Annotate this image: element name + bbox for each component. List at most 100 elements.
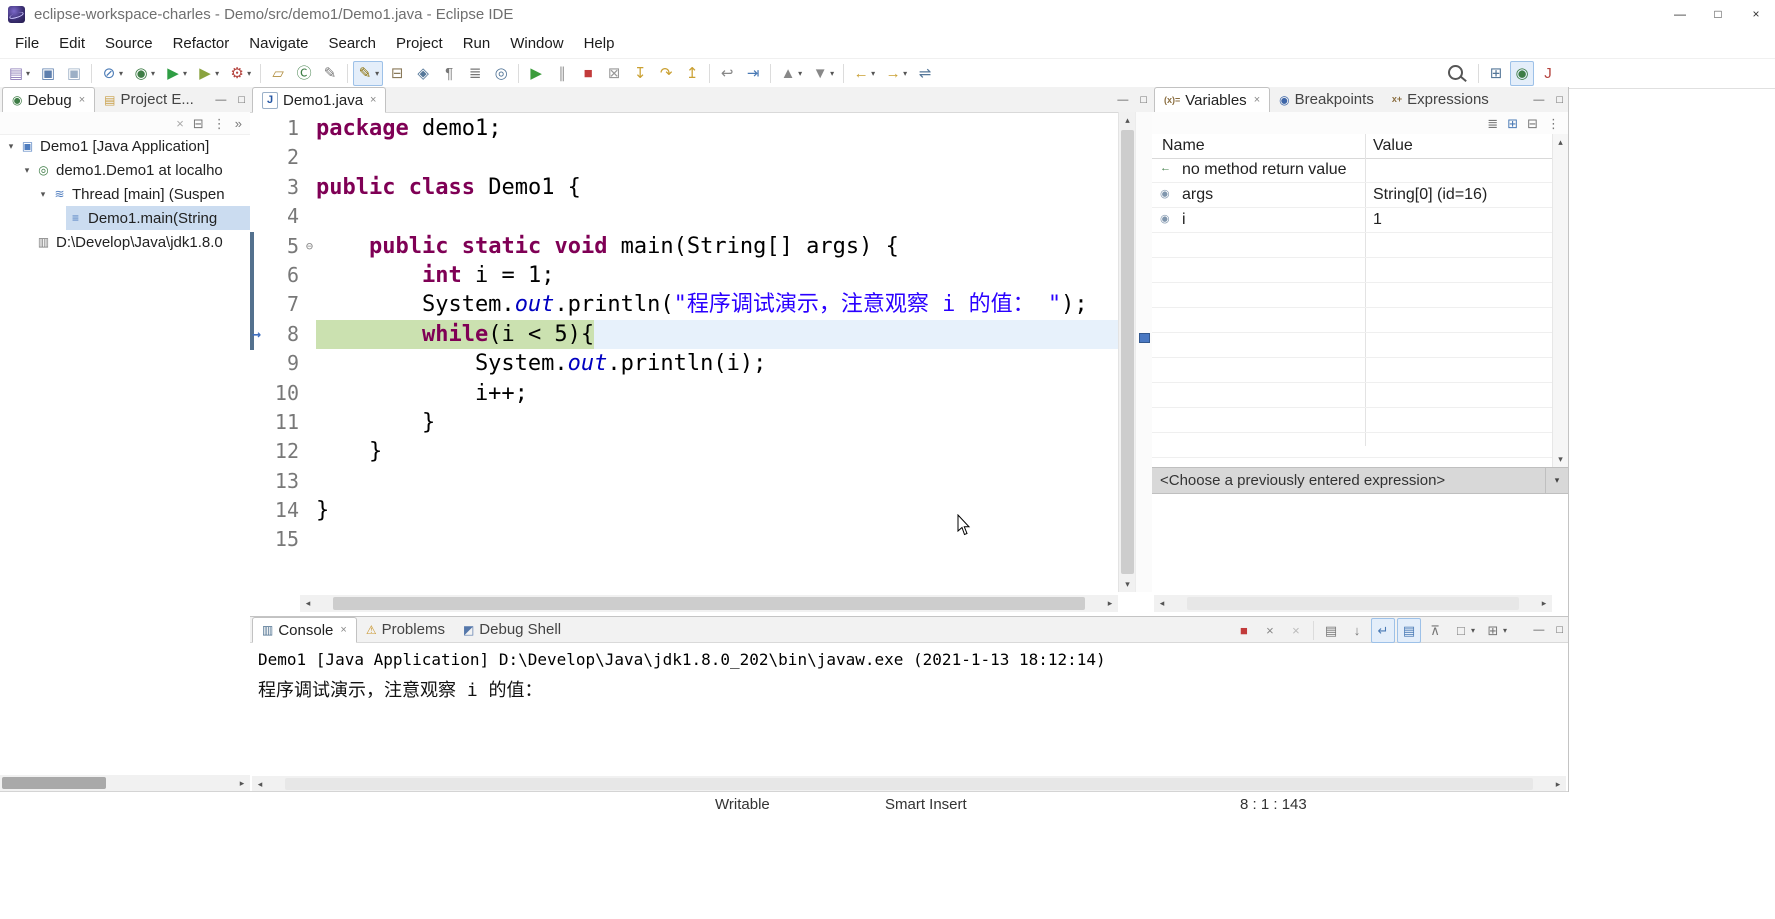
code-line-4[interactable]: 4 (250, 202, 1118, 231)
debug-view-menu-button[interactable]: ⋮ (213, 117, 226, 130)
console-horizontal-scrollbar[interactable]: ◂ ▸ (252, 776, 1566, 792)
line-number[interactable]: 15 (263, 525, 303, 554)
collapse-all-variables-button[interactable]: ⊟ (1527, 117, 1538, 130)
debug-tree-item-1[interactable]: ▾◎demo1.Demo1 at localho (0, 158, 250, 182)
variables-horizontal-scrollbar[interactable]: ◂ ▸ (1154, 595, 1552, 612)
line-number[interactable]: 7 (263, 290, 303, 319)
code-editor[interactable]: 1package demo1;23public class Demo1 {45⊖… (250, 112, 1118, 594)
word-wrap-button[interactable]: ↵ (1371, 618, 1395, 643)
clear-console-button[interactable]: ▤ (1319, 618, 1343, 643)
mark-occurrences-button[interactable]: ✎▾ (353, 61, 383, 86)
line-number[interactable]: 14 (263, 496, 303, 525)
open-element-button[interactable]: ▱ (266, 61, 290, 86)
code-line-10[interactable]: 10 i++; (250, 379, 1118, 408)
code-line-3[interactable]: 3public class Demo1 { (250, 173, 1118, 202)
scrollbar-track[interactable] (0, 775, 234, 791)
line-number[interactable]: 12 (263, 437, 303, 466)
editor-horizontal-scrollbar[interactable]: ◂ ▸ (300, 595, 1118, 612)
menu-source[interactable]: Source (95, 31, 163, 56)
disconnect-button[interactable]: ⊠ (602, 61, 626, 86)
close-tab-icon[interactable]: × (1254, 94, 1260, 106)
maximize-view-button[interactable]: □ (1140, 94, 1147, 106)
variables-table-header[interactable]: Name Value (1152, 134, 1553, 159)
scrollbar-thumb[interactable] (2, 777, 106, 789)
variable-row-i[interactable]: ◉i1 (1152, 208, 1553, 233)
scrollbar-thumb[interactable] (285, 778, 1533, 790)
menu-window[interactable]: Window (500, 31, 573, 56)
line-number[interactable]: 2 (263, 143, 303, 172)
code-line-7[interactable]: 7 System.out.println("程序调试演示，注意观察 i 的值： … (250, 290, 1118, 319)
minimize-view-button[interactable]: — (1117, 94, 1128, 106)
back-dropdown-icon[interactable]: ▾ (871, 69, 875, 78)
open-console-dropdown-icon[interactable]: ▾ (1503, 626, 1507, 635)
forward-dropdown-icon[interactable]: ▾ (903, 69, 907, 78)
show-type-names-button[interactable]: ≣ (1487, 117, 1498, 130)
code-line-1[interactable]: 1package demo1; (250, 114, 1118, 143)
console-tab-console[interactable]: ▥Console× (252, 617, 357, 643)
debug-tree-item-0[interactable]: ▾▣Demo1 [Java Application] (0, 134, 250, 158)
debug-tree-item-4[interactable]: ▥D:\Develop\Java\jdk1.8.0 (0, 230, 250, 254)
remove-terminated-button[interactable]: × (176, 117, 184, 130)
scroll-up-icon[interactable]: ▴ (1553, 134, 1569, 150)
previous-annotation-button[interactable]: ▲▾ (776, 61, 806, 86)
collapse-all-debug-button[interactable]: ⊟ (193, 117, 204, 130)
debug-dropdown-icon[interactable]: ▾ (151, 69, 155, 78)
previous-annotation-dropdown-icon[interactable]: ▾ (798, 69, 802, 78)
close-tab-icon[interactable]: × (340, 624, 346, 636)
open-search-button[interactable]: ◎ (489, 61, 513, 86)
scroll-left-icon[interactable]: ◂ (300, 596, 316, 612)
annotation-ruler[interactable] (250, 173, 263, 202)
debug-tree-item-2[interactable]: ▾≋Thread [main] (Suspen (0, 182, 250, 206)
editor-tab-demo1-java[interactable]: JDemo1.java× (252, 87, 386, 113)
instruction-pointer-icon[interactable]: → (250, 320, 263, 349)
save-button[interactable]: ▣ (36, 61, 60, 86)
vars-tab-breakpoints[interactable]: ◉Breakpoints (1270, 87, 1383, 112)
menu-refactor[interactable]: Refactor (163, 31, 240, 56)
line-number[interactable]: 10 (263, 379, 303, 408)
minimize-window-button[interactable]: — (1661, 0, 1699, 28)
minimize-view-button[interactable]: — (215, 94, 226, 106)
new-package-button[interactable]: ⊟ (385, 61, 409, 86)
debug-button[interactable]: ◉▾ (129, 61, 159, 86)
expression-dropdown-icon[interactable]: ▾ (1545, 468, 1568, 493)
line-number[interactable]: 6 (263, 261, 303, 290)
line-number[interactable]: 3 (263, 173, 303, 202)
scroll-right-icon[interactable]: ▸ (1536, 596, 1552, 612)
code-line-9[interactable]: 9 System.out.println(i); (250, 349, 1118, 378)
scroll-left-icon[interactable]: ◂ (1154, 596, 1170, 612)
console-tab-debug-shell[interactable]: ◩Debug Shell (454, 617, 570, 642)
annotation-ruler[interactable] (250, 437, 263, 466)
annotation-ruler[interactable] (250, 202, 263, 231)
step-into-button[interactable]: ↧ (628, 61, 652, 86)
save-all-button[interactable]: ▣ (62, 61, 86, 86)
annotation-ruler[interactable] (250, 290, 263, 319)
scroll-right-icon[interactable]: ▸ (1102, 596, 1118, 612)
debug-perspective-button[interactable]: ◉ (1510, 61, 1534, 86)
debug-tab-project-e-[interactable]: ▤Project E... (95, 87, 203, 112)
new-wizard-dropdown-icon[interactable]: ▾ (26, 69, 30, 78)
suspend-button[interactable]: ∥ (550, 61, 574, 86)
variables-view-menu-button[interactable]: ⋮ (1547, 117, 1560, 130)
scroll-right-icon[interactable]: ▸ (1550, 776, 1566, 792)
menu-search[interactable]: Search (318, 31, 386, 56)
scrollbar-track[interactable] (1553, 150, 1568, 451)
annotation-ruler[interactable] (250, 379, 263, 408)
variable-row-no-method-return-value[interactable]: ←no method return value (1152, 158, 1553, 183)
resume-button[interactable]: ▶ (524, 61, 548, 86)
scrollbar-thumb[interactable] (1121, 130, 1134, 574)
maximize-view-button[interactable]: □ (1556, 94, 1563, 106)
new-wizard-button[interactable]: ▤▾ (4, 61, 34, 86)
maximize-view-button[interactable]: □ (238, 94, 245, 106)
annotation-ruler[interactable] (250, 467, 263, 496)
external-tools-dropdown-icon[interactable]: ▾ (247, 69, 251, 78)
column-header-value[interactable]: Value (1373, 137, 1413, 155)
scrollbar-thumb[interactable] (1187, 597, 1519, 610)
terminate-console-button[interactable]: ■ (1232, 618, 1256, 643)
expression-combo[interactable]: <Choose a previously entered expression>… (1152, 467, 1568, 494)
format-source-button[interactable]: ≣ (463, 61, 487, 86)
skip-all-breakpoints-dropdown-icon[interactable]: ▾ (119, 69, 123, 78)
coverage-button[interactable]: ▶▾ (193, 61, 223, 86)
annotation-ruler[interactable] (250, 114, 263, 143)
close-tab-icon[interactable]: × (79, 94, 85, 106)
scroll-left-icon[interactable]: ◂ (252, 776, 268, 792)
